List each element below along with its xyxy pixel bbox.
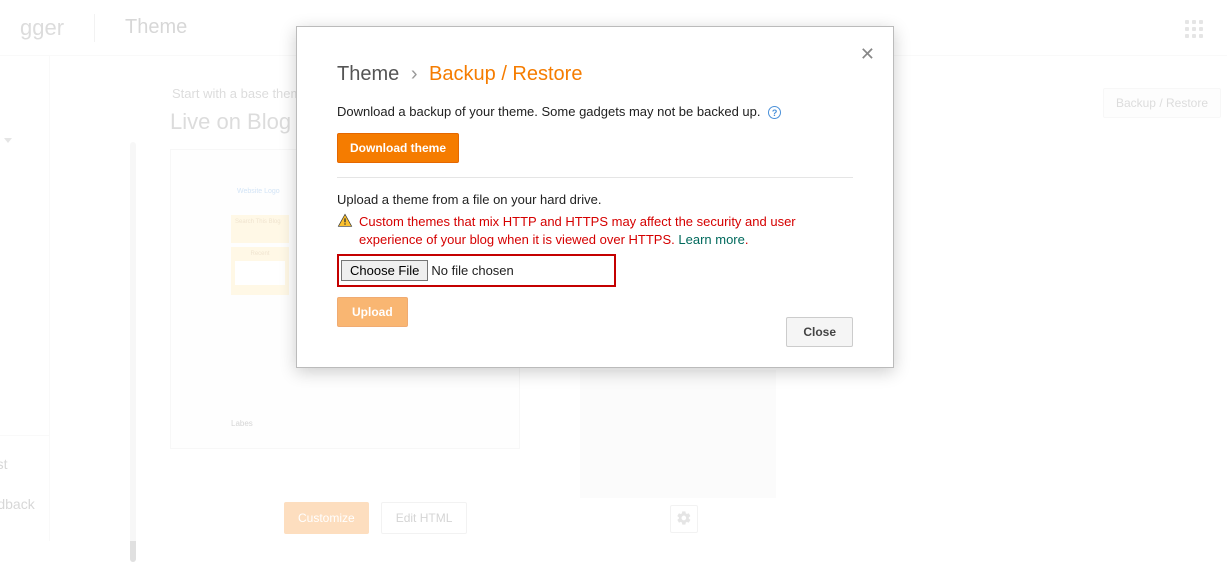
upload-button[interactable]: Upload xyxy=(337,297,408,327)
warning-row: Custom themes that mix HTTP and HTTPS ma… xyxy=(337,213,853,248)
learn-more-link[interactable]: Learn more xyxy=(678,232,744,247)
crumb-theme: Theme xyxy=(337,63,399,85)
file-input-highlight: Choose File No file chosen xyxy=(337,254,616,287)
warning-icon xyxy=(337,213,353,232)
no-file-label: No file chosen xyxy=(431,263,513,278)
close-button[interactable]: Close xyxy=(786,317,853,347)
close-icon[interactable]: ✕ xyxy=(860,45,875,63)
modal-breadcrumb: Theme › Backup / Restore xyxy=(337,63,853,86)
download-description: Download a backup of your theme. Some ga… xyxy=(337,104,853,119)
upload-description: Upload a theme from a file on your hard … xyxy=(337,192,853,207)
divider xyxy=(337,177,853,178)
warning-text: Custom themes that mix HTTP and HTTPS ma… xyxy=(359,213,853,248)
download-theme-button[interactable]: Download theme xyxy=(337,133,459,163)
help-icon[interactable]: ? xyxy=(768,106,781,119)
backup-restore-modal: ✕ Theme › Backup / Restore Download a ba… xyxy=(296,26,894,368)
choose-file-button[interactable]: Choose File xyxy=(341,260,428,281)
crumb-backup-restore: Backup / Restore xyxy=(429,63,582,85)
crumb-separator: › xyxy=(411,63,418,85)
